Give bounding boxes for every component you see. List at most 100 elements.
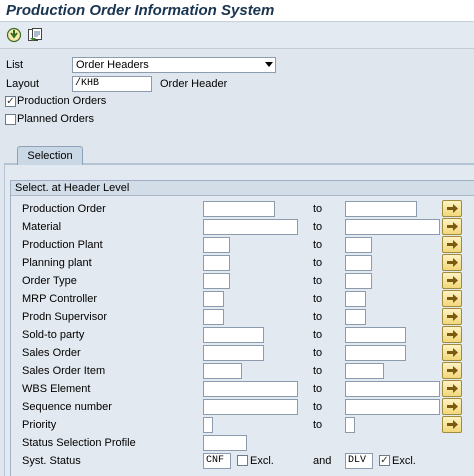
order-type-to-input[interactable] (345, 273, 372, 289)
arrow-right-icon (447, 240, 458, 249)
sales-order-item-from-input[interactable] (203, 363, 242, 379)
wbs-element-to-input[interactable] (345, 381, 440, 397)
to-label: to (313, 401, 323, 413)
arrow-right-icon (447, 420, 458, 429)
multiple-selection-button[interactable] (442, 254, 462, 271)
multiple-selection-button[interactable] (442, 218, 462, 235)
multiple-selection-button[interactable] (442, 362, 462, 379)
sequence-number-from-input[interactable] (203, 399, 298, 415)
row-label-wbs-element: WBS Element (22, 383, 91, 395)
row-label-mrp-controller: MRP Controller (22, 293, 97, 305)
arrow-right-icon (447, 402, 458, 411)
sold-to-party-to-input[interactable] (345, 327, 406, 343)
production-order-to-input[interactable] (345, 201, 417, 217)
production-order-from-input[interactable] (203, 201, 275, 217)
row-label-prodn-supervisor: Prodn Supervisor (22, 311, 107, 323)
and-label: and (313, 455, 332, 467)
title-bar: Production Order Information System (0, 0, 474, 22)
row-label-order-type: Order Type (22, 275, 77, 287)
group-title: Select. at Header Level (11, 181, 474, 196)
exclude-checkbox-1[interactable] (237, 455, 248, 466)
multiple-selection-button[interactable] (442, 236, 462, 253)
planned-orders-checkbox[interactable] (5, 114, 16, 125)
wbs-element-from-input[interactable] (203, 381, 298, 397)
row-label-sales-order: Sales Order (22, 347, 81, 359)
row-label-production-plant: Production Plant (22, 239, 103, 251)
arrow-right-icon (447, 330, 458, 339)
arrow-right-icon (447, 276, 458, 285)
exclude-label-1: Excl. (250, 455, 274, 467)
sold-to-party-from-input[interactable] (203, 327, 264, 343)
list-dropdown[interactable]: Order Headers (72, 57, 276, 73)
to-label: to (313, 257, 323, 269)
to-label: to (313, 203, 323, 215)
arrow-right-icon (447, 222, 458, 231)
application-toolbar (0, 23, 474, 49)
sales-order-to-input[interactable] (345, 345, 406, 361)
tab-selection[interactable]: Selection (17, 146, 83, 165)
production-plant-from-input[interactable] (203, 237, 230, 253)
row-label-syst-status: Syst. Status (22, 455, 81, 467)
production-orders-label: Production Orders (17, 95, 107, 107)
row-label-production-order: Production Order (22, 203, 106, 215)
arrow-right-icon (447, 312, 458, 321)
row-label-sold-to-party: Sold-to party (22, 329, 85, 341)
arrow-right-icon (447, 204, 458, 213)
planning-plant-to-input[interactable] (345, 255, 372, 271)
production-plant-to-input[interactable] (345, 237, 372, 253)
arrow-right-icon (447, 366, 458, 375)
to-label: to (313, 347, 323, 359)
sequence-number-to-input[interactable] (345, 399, 440, 415)
to-label: to (313, 275, 323, 287)
row-label-sequence-number: Sequence number (22, 401, 112, 413)
chevron-down-icon[interactable] (265, 62, 273, 67)
mrp-controller-from-input[interactable] (203, 291, 224, 307)
syst-status-second-input[interactable]: DLV (345, 453, 373, 469)
status-selection-profile-input[interactable] (203, 435, 247, 451)
row-label-material: Material (22, 221, 62, 233)
get-variant-icon[interactable] (27, 27, 45, 45)
multiple-selection-button[interactable] (442, 344, 462, 361)
layout-label: Layout (6, 78, 40, 90)
row-label-planning-plant: Planning plant (22, 257, 92, 269)
row-label-status-selection-profile: Status Selection Profile (22, 437, 136, 449)
to-label: to (313, 383, 323, 395)
page-title: Production Order Information System (6, 2, 275, 19)
multiple-selection-button[interactable] (442, 416, 462, 433)
material-from-input[interactable] (203, 219, 298, 235)
multiple-selection-button[interactable] (442, 326, 462, 343)
multiple-selection-button[interactable] (442, 272, 462, 289)
list-dropdown-value: Order Headers (76, 59, 149, 71)
execute-icon[interactable] (6, 27, 24, 45)
multiple-selection-button[interactable] (442, 308, 462, 325)
layout-input[interactable]: /KHB (72, 76, 152, 92)
priority-to-input[interactable] (345, 417, 355, 433)
list-label: List (6, 59, 24, 71)
syst-status-include-input[interactable]: CNF (203, 453, 231, 469)
layout-description: Order Header (160, 78, 228, 90)
arrow-right-icon (447, 348, 458, 357)
sales-order-item-to-input[interactable] (345, 363, 384, 379)
priority-from-input[interactable] (203, 417, 213, 433)
material-to-input[interactable] (345, 219, 440, 235)
planning-plant-from-input[interactable] (203, 255, 230, 271)
to-label: to (313, 293, 323, 305)
arrow-right-icon (447, 294, 458, 303)
prodn-supervisor-to-input[interactable] (345, 309, 366, 325)
prodn-supervisor-from-input[interactable] (203, 309, 224, 325)
multiple-selection-button[interactable] (442, 290, 462, 307)
arrow-right-icon (447, 384, 458, 393)
to-label: to (313, 419, 323, 431)
sales-order-from-input[interactable] (203, 345, 264, 361)
to-label: to (313, 311, 323, 323)
mrp-controller-to-input[interactable] (345, 291, 366, 307)
to-label: to (313, 239, 323, 251)
exclude-label-2: Excl. (392, 455, 416, 467)
order-type-from-input[interactable] (203, 273, 230, 289)
to-label: to (313, 221, 323, 233)
multiple-selection-button[interactable] (442, 200, 462, 217)
exclude-checkbox-2[interactable]: ✓ (379, 455, 390, 466)
multiple-selection-button[interactable] (442, 380, 462, 397)
multiple-selection-button[interactable] (442, 398, 462, 415)
production-orders-checkbox[interactable]: ✓ (5, 96, 16, 107)
